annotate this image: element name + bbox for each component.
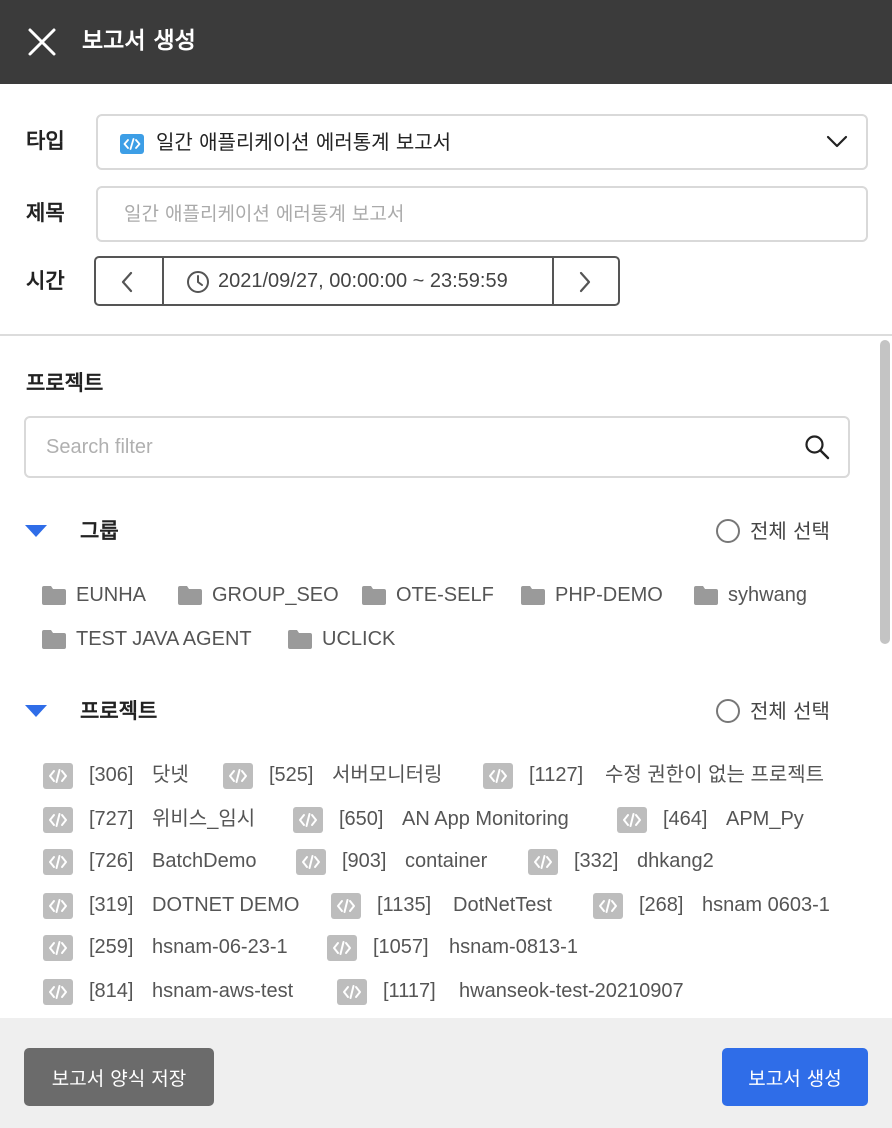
folder-icon [521,586,545,605]
group-label: GROUP_SEO [212,584,339,606]
code-icon [43,979,73,1005]
folder-icon [288,630,312,649]
search-filter-box [24,416,850,478]
project-id: [259] [89,936,134,958]
code-icon [293,807,323,833]
dialog-title: 보고서 생성 [82,28,196,54]
folder-icon [178,586,202,605]
folder-icon [362,586,386,605]
code-app-icon [120,134,144,154]
project-id: [268] [639,894,684,916]
project-id: [814] [89,980,134,1002]
project-name: 서버모니터링 [332,764,443,786]
project-id: [1057] [373,936,429,958]
projects-section-title: 프로젝트 [26,371,104,395]
code-icon [296,849,326,875]
type-label: 타입 [26,129,65,153]
previous-day-button[interactable] [96,258,164,304]
code-icon [223,763,253,789]
code-icon [327,935,357,961]
collapse-triangle-icon[interactable] [24,704,48,718]
code-icon [43,849,73,875]
code-icon [593,893,623,919]
groups-header: 그룹 [80,519,119,543]
project-id: [727] [89,808,134,830]
project-id: [1127] [529,764,584,786]
project-name: AN App Monitoring [402,808,569,830]
code-icon [43,763,73,789]
report-type-select[interactable]: 일간 애플리케이션 에러통계 보고서 [96,114,868,170]
title-label: 제목 [26,201,65,225]
select-all-label: 전체 선택 [750,519,830,543]
group-label: EUNHA [76,584,147,606]
project-name: DotNetTest [453,894,552,916]
search-filter-input[interactable] [46,428,786,466]
code-icon [331,893,361,919]
select-all-label: 전체 선택 [750,699,830,723]
project-name: dhkang2 [637,850,714,872]
project-id: [1117] [383,980,436,1002]
projects-header: 프로젝트 [80,699,158,723]
project-name: hsnam-0813-1 [449,936,578,958]
project-id: [464] [663,808,708,830]
next-day-button[interactable] [552,258,618,304]
close-icon[interactable] [26,26,58,58]
select-all-radio[interactable] [716,519,740,543]
project-name: 위비스_임시 [152,808,256,830]
project-name: hsnam 0603-1 [702,894,830,916]
folder-icon [42,586,66,605]
section-divider [0,334,892,336]
code-icon [617,807,647,833]
project-name: APM_Py [726,808,804,830]
project-id: [903] [342,850,387,872]
project-id: [1135] [377,894,432,916]
time-label: 시간 [26,269,65,293]
code-icon [43,935,73,961]
code-icon [337,979,367,1005]
code-icon [43,807,73,833]
project-name: hsnam-aws-test [152,980,294,1002]
project-name: 수정 권한이 없는 프로젝트 [605,764,825,786]
group-label: PHP-DEMO [555,584,663,606]
chevron-down-icon [826,134,848,153]
collapse-triangle-icon[interactable] [24,524,48,538]
dialog-footer: 보고서 양식 저장 보고서 생성 [0,1018,892,1128]
clock-icon [186,270,210,298]
project-name: BatchDemo [152,850,257,872]
scrollbar-thumb[interactable] [880,340,890,644]
report-title-input[interactable] [96,186,868,242]
group-label: OTE-SELF [396,584,494,606]
project-id: [650] [339,808,384,830]
project-name: hsnam-06-23-1 [152,936,288,958]
project-name: hwanseok-test-20210907 [459,980,684,1002]
dialog-header: 보고서 생성 [0,0,892,84]
project-name: 닷넷 [152,764,189,786]
folder-icon [694,586,718,605]
select-all-radio[interactable] [716,699,740,723]
code-icon [483,763,513,789]
project-id: [306] [89,764,134,786]
group-label: TEST JAVA AGENT [76,628,252,650]
project-name: DOTNET DEMO [152,894,300,916]
report-type-value: 일간 애플리케이션 에러통계 보고서 [156,130,452,154]
code-icon [528,849,558,875]
search-icon[interactable] [804,434,830,464]
create-report-button[interactable]: 보고서 생성 [722,1048,868,1106]
folder-icon [42,630,66,649]
group-label: syhwang [728,584,807,606]
project-id: [525] [269,764,314,786]
project-id: [726] [89,850,134,872]
project-id: [332] [574,850,619,872]
project-name: container [405,850,488,872]
time-range-value[interactable]: 2021/09/27, 00:00:00 ~ 23:59:59 [218,267,508,295]
save-template-button[interactable]: 보고서 양식 저장 [24,1048,214,1106]
project-id: [319] [89,894,134,916]
group-label: UCLICK [322,628,396,650]
code-icon [43,893,73,919]
time-range-picker: 2021/09/27, 00:00:00 ~ 23:59:59 [94,256,620,306]
